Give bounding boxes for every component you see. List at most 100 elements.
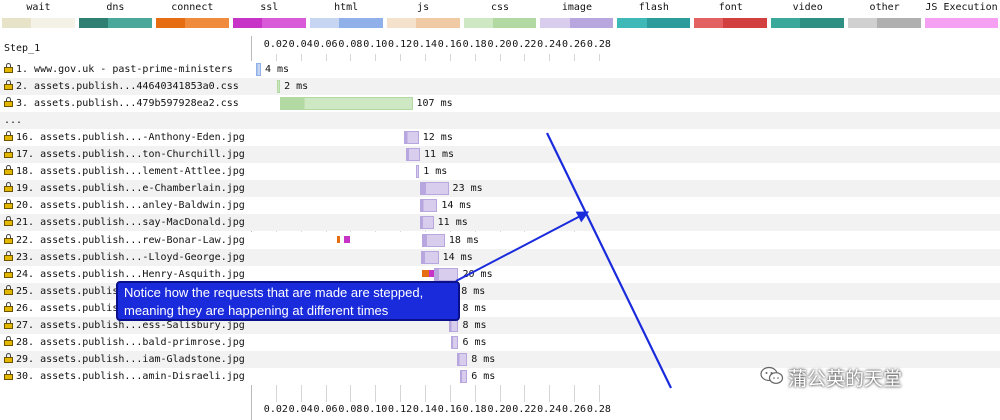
tick-label-bottom: 0.28 [586,404,611,415]
request-url: 3. assets.publish...479b597928ea2.css [16,98,239,110]
request-bar[interactable] [403,131,419,145]
request-label[interactable]: 2. assets.publish...44640341853a0.css [4,78,239,95]
request-duration: 8 ms [462,319,487,331]
request-url: 29. assets.publish...iam-Gladstone.jpg [16,353,245,365]
request-bar[interactable] [451,335,459,349]
request-bar[interactable] [433,267,459,281]
request-duration: 4 ms [264,64,290,75]
annotation-line-1: Notice how the requests that are made ar… [124,285,424,300]
legend-label: ssl [260,2,279,13]
lock-icon [4,165,13,176]
request-label[interactable]: 19. assets.publish...e-Chamberlain.jpg [4,180,245,197]
legend-swatch [463,18,537,28]
tick-label-bottom: 0.02 [263,404,288,415]
request-duration: 2 ms [284,81,309,93]
lock-icon [4,199,13,210]
request-label[interactable]: 21. assets.publish...say-MacDonald.jpg [4,214,245,231]
legend-item-js-execution: JS Execution [923,0,1000,36]
lock-icon [4,267,13,278]
request-duration: 6 ms [471,370,496,382]
legend-swatch [386,18,460,28]
request-label[interactable]: 20. assets.publish...anley-Baldwin.jpg [4,197,245,214]
request-label[interactable]: 17. assets.publish...ton-Churchill.jpg [4,146,245,163]
legend-item-video: video [769,0,846,36]
legend-item-flash: flash [615,0,692,36]
request-url: 24. assets.publish...Henry-Asquith.jpg [16,268,245,280]
request-bar[interactable] [457,352,468,366]
request-bar[interactable] [419,182,449,196]
legend-item-ssl: ssl [231,0,308,36]
request-bar[interactable] [255,63,261,76]
request-bar[interactable] [416,165,420,179]
request-label[interactable]: 18. assets.publish...lement-Attlee.jpg [4,163,245,180]
request-label[interactable]: 28. assets.publish...bald-primrose.jpg [4,334,245,351]
legend-swatch [617,18,691,28]
legend-swatch [848,18,922,28]
row-ellipsis[interactable]: ... [4,112,22,129]
request-bar[interactable] [422,233,445,247]
tick-label-top: 0.04 [288,39,313,50]
request-url: 28. assets.publish...bald-primrose.jpg [16,336,245,348]
request-bar[interactable] [279,97,413,111]
request-label[interactable]: 16. assets.publish...-Anthony-Eden.jpg [4,129,245,146]
lock-icon [4,335,13,346]
request-duration: 14 ms [442,251,473,263]
request-url: 2. assets.publish...44640341853a0.css [16,81,239,93]
tick-label-top: 0.16 [437,39,462,50]
request-url: 30. assets.publish...amin-Disraeli.jpg [16,370,245,382]
request-label[interactable]: 1. www.gov.uk - past-prime-ministers [4,61,233,78]
request-bar[interactable] [419,199,438,213]
legend-label: other [869,2,900,13]
legend-label: image [561,2,592,13]
legend-swatch [309,18,383,28]
request-bar[interactable] [406,148,420,162]
legend-swatch [2,18,75,28]
request-label[interactable]: 29. assets.publish...iam-Gladstone.jpg [4,351,245,368]
legend-item-css: css [462,0,539,36]
legend-swatch [925,18,998,28]
wechat-icon [760,366,784,384]
request-label[interactable]: 22. assets.publish...rew-Bonar-Law.jpg [4,232,245,249]
request-bar[interactable] [421,250,439,264]
waterfall-chart: Step_1 0.02 0.02 0.04 0.04 0.06 0.06 0.08 0.08 0… [0,36,1000,420]
lock-icon [4,352,13,363]
lock-icon [4,182,13,193]
tick-label-top: 0.18 [462,39,487,50]
tick-label-top: 0.24 [537,39,562,50]
legend-label: font [718,2,743,13]
lock-icon [4,233,13,244]
tick-label-top: 0.10 [363,39,388,50]
table-row[interactable] [0,112,1000,130]
lock-icon [4,369,13,380]
request-url: 18. assets.publish...lement-Attlee.jpg [16,166,245,178]
request-url: 27. assets.publish...ess-Salisbury.jpg [16,319,245,331]
tick-label-bottom: 0.26 [562,404,587,415]
lock-icon [4,250,13,261]
legend-item-html: html [308,0,385,36]
legend-label: flash [638,2,669,13]
tick-label-top: 0.12 [388,39,413,50]
request-duration: 8 ms [462,302,487,314]
lock-icon [4,216,13,227]
legend: wait dns connect ssl html js css image flash font… [0,0,1000,36]
request-url: 23. assets.publish...-Lloyd-George.jpg [16,251,245,263]
request-bar[interactable] [277,80,281,94]
request-duration: 11 ms [423,149,455,161]
request-bar[interactable] [419,216,434,230]
request-duration: 14 ms [441,200,472,212]
tick-label-bottom: 0.04 [288,404,313,415]
request-label[interactable]: 3. assets.publish...479b597928ea2.css [4,95,239,112]
tick-label-bottom: 0.24 [537,404,562,415]
request-label[interactable]: 23. assets.publish...-Lloyd-George.jpg [4,249,245,266]
request-duration: 18 ms [448,234,479,246]
request-label[interactable]: 30. assets.publish...amin-Disraeli.jpg [4,368,245,385]
lock-icon [4,63,13,73]
tick-label-top: 0.22 [512,39,537,50]
legend-item-other: other [846,0,923,36]
request-duration: 107 ms [416,98,453,110]
legend-item-js: js [385,0,462,36]
legend-label: JS Execution [925,2,998,13]
legend-label: video [792,2,823,13]
lock-icon [4,318,13,329]
request-bar[interactable] [459,369,468,383]
